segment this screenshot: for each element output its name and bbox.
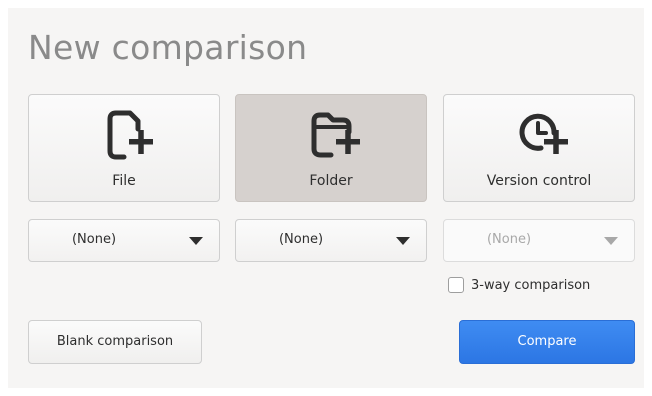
three-way-checkbox[interactable]: [448, 277, 464, 293]
version-control-type-button[interactable]: Version control: [443, 94, 635, 202]
new-comparison-panel: New comparison File Folder Version contr…: [8, 8, 644, 388]
file-add-icon: [107, 110, 153, 160]
chevron-down-icon: [604, 237, 618, 245]
clock-add-icon: [519, 113, 568, 154]
file-type-label: File: [112, 173, 136, 189]
file-source-dropdown[interactable]: (None): [28, 219, 220, 262]
compare-button[interactable]: Compare: [459, 320, 635, 364]
file-type-button[interactable]: File: [28, 94, 220, 202]
chevron-down-icon: [396, 237, 410, 245]
file-source-value: (None): [71, 232, 117, 247]
version-control-source-value: (None): [486, 232, 532, 247]
folder-source-dropdown[interactable]: (None): [235, 219, 427, 262]
page-title: New comparison: [28, 28, 308, 67]
version-control-source-dropdown[interactable]: (None): [443, 219, 635, 262]
three-way-label: 3-way comparison: [471, 277, 591, 293]
blank-comparison-button[interactable]: Blank comparison: [28, 320, 202, 364]
version-control-type-label: Version control: [486, 173, 592, 189]
folder-add-icon: [311, 112, 360, 158]
folder-source-value: (None): [278, 232, 324, 247]
three-way-checkbox-row[interactable]: 3-way comparison: [448, 275, 590, 295]
chevron-down-icon: [189, 237, 203, 245]
folder-type-label: Folder: [309, 173, 353, 189]
folder-type-button[interactable]: Folder: [235, 94, 427, 202]
